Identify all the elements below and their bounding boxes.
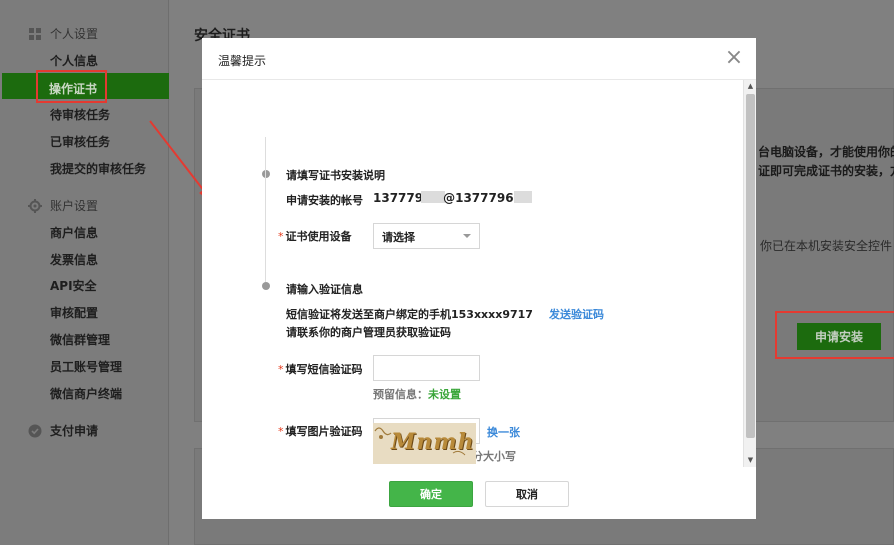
step-line — [265, 137, 266, 282]
scroll-up-icon[interactable]: ▲ — [746, 82, 755, 91]
tip-dialog: 温馨提示 × 请填写证书安装说明 申请安装的帐号 137779 @1377796 … — [202, 38, 756, 519]
dialog-header: 温馨提示 × — [202, 38, 756, 80]
sms-info: 短信验证将发送至商户绑定的手机153xxxx9717 — [286, 308, 533, 321]
masked-text — [421, 191, 446, 203]
annotation-box-certificate — [36, 70, 107, 103]
dialog-scrollbar[interactable]: ▲ ▼ — [743, 80, 756, 467]
group-label: 个人设置 — [50, 27, 99, 41]
dialog-title: 温馨提示 — [218, 54, 267, 68]
reserved-label: 预留信息： — [373, 388, 428, 401]
gear-icon — [28, 198, 42, 213]
sidebar-group-account: 账户设置 — [28, 197, 98, 214]
sidebar-item-review-config[interactable]: 审核配置 — [50, 304, 98, 321]
section-install-title: 请填写证书安装说明 — [286, 169, 385, 182]
scroll-thumb[interactable] — [746, 94, 755, 438]
device-select[interactable]: 请选择 — [373, 223, 480, 249]
sidebar-item-merchant-info[interactable]: 商户信息 — [50, 224, 98, 241]
annotation-box-apply — [775, 311, 894, 359]
required-mark: * — [278, 363, 284, 376]
account-value-part-2: @1377796 — [443, 191, 514, 205]
required-mark: * — [278, 230, 284, 243]
device-label: 证书使用设备 — [285, 230, 352, 243]
grid-icon — [29, 27, 41, 40]
group-label: 账户设置 — [50, 199, 99, 213]
image-code-label: 填写图片验证码 — [285, 425, 363, 438]
sms-code-label: 填写短信验证码 — [285, 363, 363, 376]
group-label: 支付申请 — [50, 424, 99, 438]
sidebar-group-personal: 个人设置 — [28, 25, 98, 42]
sidebar-item-wechat-groups[interactable]: 微信群管理 — [50, 331, 110, 348]
sidebar-item-staff-accounts[interactable]: 员工账号管理 — [50, 358, 122, 375]
device-select-value: 请选择 — [382, 231, 415, 244]
desc-line-2: 证即可完成证书的安装，方 — [758, 164, 894, 178]
account-value: 137779 @1377796 — [373, 191, 532, 205]
confirm-button[interactable]: 确定 — [389, 481, 473, 507]
cancel-button[interactable]: 取消 — [485, 481, 569, 507]
check-circle-icon — [28, 424, 42, 437]
captcha-image: Mnmh — [373, 423, 476, 464]
step-dot — [262, 170, 270, 178]
sidebar-item-invoice[interactable]: 发票信息 — [50, 251, 98, 268]
close-icon[interactable]: × — [724, 46, 744, 70]
send-code-link[interactable]: 发送验证码 — [549, 306, 604, 322]
sms-code-input[interactable] — [373, 355, 480, 381]
masked-text — [513, 191, 532, 203]
reserved-info: 预留信息：未设置 — [373, 386, 461, 402]
step-dot — [262, 282, 270, 290]
sidebar-item-my-tasks[interactable]: 我提交的审核任务 — [50, 160, 146, 177]
sidebar-item-personal-info[interactable]: 个人信息 — [50, 52, 98, 69]
account-label: 申请安装的帐号 — [286, 194, 363, 207]
chevron-down-icon — [463, 234, 471, 238]
image-code-label-row: * 填写图片验证码 — [278, 423, 363, 439]
refresh-captcha-link[interactable]: 换一张 — [487, 424, 520, 440]
device-label-row: * 证书使用设备 — [278, 228, 352, 244]
dialog-footer: 确定 取消 — [202, 467, 756, 519]
section-verify-title: 请输入验证信息 — [286, 283, 363, 296]
installed-note: 你已在本机安装安全控件 — [760, 239, 893, 253]
sidebar-item-api-security[interactable]: API安全 — [50, 277, 97, 294]
scroll-down-icon[interactable]: ▼ — [746, 456, 755, 465]
sidebar-item-pending-tasks[interactable]: 待审核任务 — [50, 106, 110, 123]
sms-code-label-row: * 填写短信验证码 — [278, 361, 363, 377]
sidebar-item-merchant-terminal[interactable]: 微信商户终端 — [50, 385, 122, 402]
sidebar-group-payment[interactable]: 支付申请 — [28, 422, 98, 439]
account-value-part-1: 137779 — [373, 191, 424, 205]
reserved-value: 未设置 — [428, 388, 461, 401]
contact-admin: 请联系你的商户管理员获取验证码 — [286, 326, 451, 339]
desc-line-1: 台电脑设备，才能使用你的 — [758, 145, 894, 159]
dialog-body[interactable]: 请填写证书安装说明 申请安装的帐号 137779 @1377796 * 证书使用设备… — [202, 80, 756, 467]
sidebar-item-reviewed-tasks[interactable]: 已审核任务 — [50, 133, 110, 150]
required-mark: * — [278, 425, 284, 438]
captcha-text: Mnmh — [391, 429, 475, 455]
